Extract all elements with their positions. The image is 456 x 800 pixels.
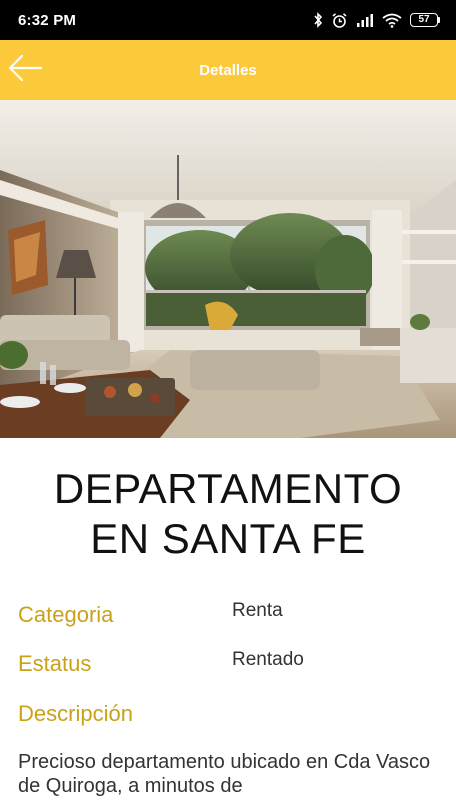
alarm-icon (331, 12, 348, 29)
property-title-line2: EN SANTA FE (90, 515, 366, 562)
detail-label: Estatus (18, 651, 92, 676)
detail-row-estatus: Estatus Rentado (18, 649, 438, 683)
description-label: Descripción (18, 701, 133, 726)
description-text: Precioso departamento ubicado en Cda Vas… (18, 751, 431, 797)
app-bar: Detalles (0, 40, 456, 100)
detail-row-categoria: Categoria Renta (18, 600, 438, 634)
status-time: 6:32 PM (18, 11, 77, 29)
bluetooth-icon (313, 12, 323, 28)
status-bar: 6:32 PM 57 (0, 0, 456, 40)
detail-label: Categoria (18, 602, 114, 627)
hero-image (0, 100, 456, 438)
signal-icon (356, 13, 374, 27)
app-title: Detalles (199, 61, 257, 79)
arrow-left-icon (7, 53, 43, 88)
description-label-row: Descripción (18, 701, 438, 733)
wifi-icon (382, 13, 402, 28)
battery-level: 57 (410, 13, 438, 27)
detail-value: Rentado (232, 649, 304, 670)
property-title: DEPARTAMENTO EN SANTA FE (0, 464, 456, 564)
status-icons: 57 (313, 12, 440, 29)
detail-value: Renta (232, 600, 283, 621)
battery-icon: 57 (410, 13, 440, 27)
back-button[interactable] (4, 48, 46, 92)
property-title-line1: DEPARTAMENTO (53, 465, 403, 512)
